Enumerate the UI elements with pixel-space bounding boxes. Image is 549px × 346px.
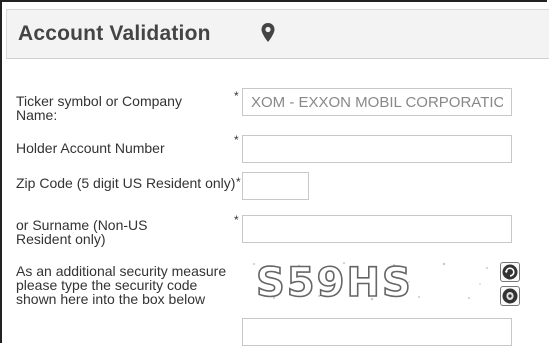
surname-input[interactable] [242, 215, 512, 243]
audio-captcha-button[interactable] [500, 286, 520, 306]
ticker-input[interactable] [242, 88, 512, 116]
security-code-input[interactable] [242, 318, 512, 346]
map-pin-icon [261, 23, 275, 42]
holder-required-mark: * [234, 133, 239, 147]
ticker-label: Ticker symbol or Company Name: [16, 93, 182, 123]
page-title: Account Validation [18, 22, 211, 45]
security-code-label: As an additional security measure please… [16, 263, 227, 307]
zip-code-label: Zip Code (5 digit US Resident only) [16, 175, 236, 191]
holder-account-label: Holder Account Number [16, 140, 165, 156]
zip-required-mark: * [236, 175, 241, 189]
zip-code-input[interactable] [242, 172, 309, 200]
ticker-required-mark: * [234, 89, 239, 103]
surname-label: or Surname (Non-US Resident only) [16, 217, 148, 247]
refresh-captcha-button[interactable] [500, 262, 520, 282]
section-header: Account Validation [6, 9, 549, 59]
surname-required-mark: * [234, 213, 239, 227]
audio-icon [502, 288, 518, 304]
holder-account-input[interactable] [242, 135, 512, 163]
refresh-icon [502, 264, 518, 280]
captcha-image: S59HS [244, 258, 496, 304]
captcha-text: S59HS [256, 260, 413, 304]
